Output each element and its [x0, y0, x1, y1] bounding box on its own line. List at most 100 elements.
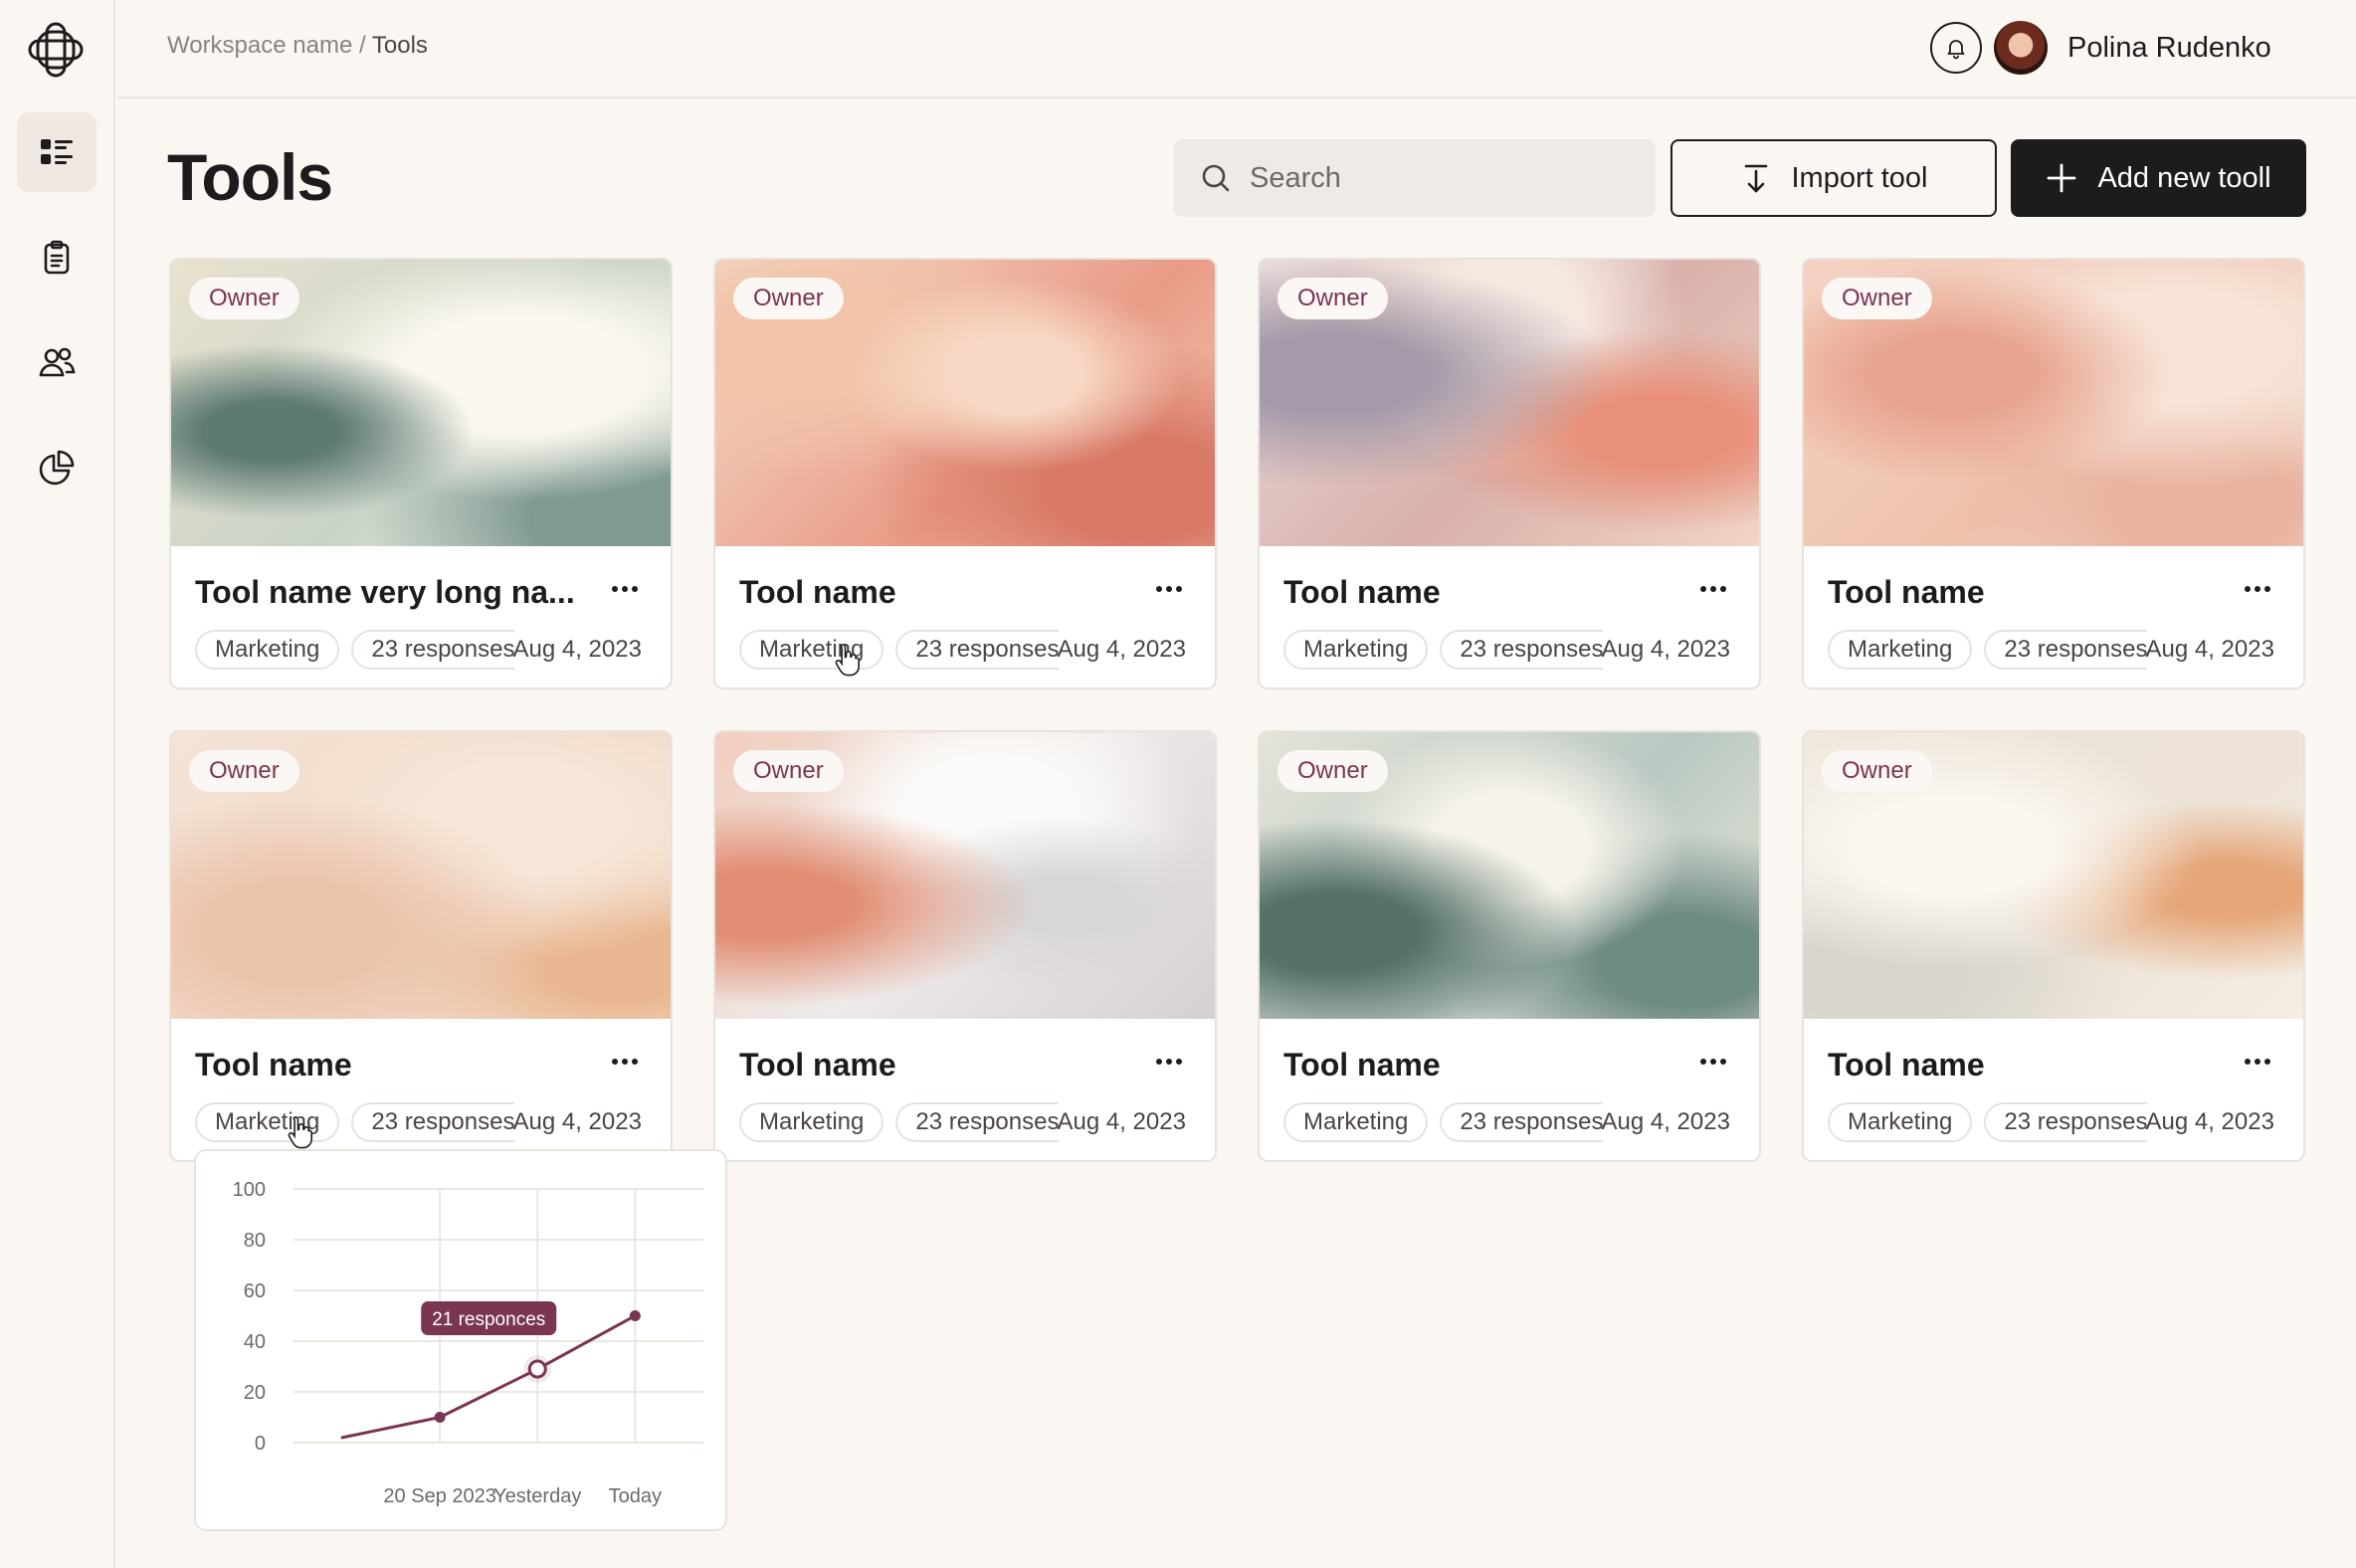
- owner-badge: Owner: [733, 750, 844, 792]
- tool-date: Aug 4, 2023: [512, 636, 642, 663]
- tool-name: Tool name very long na...: [195, 574, 575, 610]
- breadcrumb-current: Tools: [371, 32, 428, 59]
- tool-card[interactable]: Owner Tool name Marketing 23 responses A…: [713, 258, 1217, 689]
- top-bar: Workspace name / Tools Polina Rudenko: [117, 0, 2356, 98]
- tool-card[interactable]: Owner Tool name Marketing 23 responses A…: [1802, 730, 2305, 1162]
- owner-badge: Owner: [1822, 278, 1932, 319]
- tool-name: Tool name: [1283, 574, 1441, 610]
- more-options-icon[interactable]: [1149, 576, 1189, 602]
- y-tick-label: 80: [244, 1230, 266, 1252]
- y-tick-label: 100: [233, 1179, 266, 1201]
- responses-count[interactable]: 23 responses: [1984, 1102, 2148, 1142]
- more-options-icon[interactable]: [1149, 1049, 1189, 1075]
- x-tick-label: 20 Sep 2023: [383, 1485, 495, 1507]
- tool-date: Aug 4, 2023: [512, 1108, 642, 1135]
- tool-card[interactable]: Owner Tool name Marketing 23 responses A…: [713, 730, 1217, 1162]
- more-options-icon[interactable]: [605, 1049, 645, 1075]
- x-tick-label: Today: [609, 1485, 662, 1507]
- category-tag[interactable]: Marketing: [195, 630, 340, 670]
- more-options-icon[interactable]: [2238, 1049, 2277, 1075]
- breadcrumb-workspace[interactable]: Workspace name: [167, 32, 352, 59]
- sidebar: [0, 0, 115, 1568]
- tool-date: Aug 4, 2023: [1057, 636, 1186, 663]
- tool-card[interactable]: Owner Tool name Marketing 23 responses A…: [169, 730, 673, 1162]
- tool-name: Tool name: [1283, 1047, 1441, 1082]
- responses-count[interactable]: 23 responses: [895, 1102, 1060, 1142]
- user-avatar[interactable]: [1994, 21, 2048, 75]
- responses-chart-popover: 0 20 40 60 80 100 20 Sep 2023 Yesterday Today 21 …: [194, 1149, 727, 1531]
- category-tag[interactable]: Marketing: [1828, 1102, 1973, 1142]
- tool-card[interactable]: Owner Tool name Marketing 23 responses A…: [1258, 258, 1761, 689]
- category-tag[interactable]: Marketing: [1283, 630, 1429, 670]
- import-icon: [1744, 164, 1767, 193]
- more-options-icon[interactable]: [605, 576, 645, 602]
- responses-chart: 0 20 40 60 80 100 20 Sep 2023Yesterday Today 21 …: [233, 1179, 703, 1507]
- plus-icon: [2048, 163, 2076, 193]
- category-tag[interactable]: Marketing: [1283, 1102, 1429, 1142]
- tool-name: Tool name: [1828, 574, 1985, 610]
- tool-name: Tool name: [195, 1047, 352, 1082]
- responses-count[interactable]: 23 responses: [1440, 630, 1604, 670]
- tool-name: Tool name: [1828, 1047, 1985, 1082]
- tool-date: Aug 4, 2023: [1601, 1108, 1730, 1135]
- add-new-tool-button[interactable]: Add new tooll: [2011, 139, 2306, 217]
- category-tag[interactable]: Marketing: [1828, 630, 1973, 670]
- search-input[interactable]: [1250, 161, 1628, 195]
- tool-date: Aug 4, 2023: [1601, 636, 1730, 663]
- category-tag[interactable]: Marketing: [195, 1102, 340, 1142]
- nav-users[interactable]: [17, 322, 97, 402]
- nav-analytics[interactable]: [17, 428, 97, 507]
- y-tick-label: 60: [244, 1280, 266, 1302]
- tool-date: Aug 4, 2023: [2145, 1108, 2274, 1135]
- tool-name: Tool name: [739, 574, 896, 610]
- nav-tools[interactable]: [17, 112, 97, 192]
- responses-count[interactable]: 23 responses: [351, 1102, 515, 1142]
- search-icon: [1202, 164, 1230, 192]
- clipboard-icon: [44, 240, 70, 275]
- tool-date: Aug 4, 2023: [1057, 1108, 1186, 1135]
- search-box[interactable]: [1174, 139, 1656, 217]
- nav-clipboard[interactable]: [17, 218, 97, 297]
- import-tool-button[interactable]: Import tool: [1670, 139, 1997, 217]
- owner-badge: Owner: [1277, 278, 1388, 319]
- notifications-button[interactable]: [1930, 22, 1982, 74]
- more-options-icon[interactable]: [1693, 1049, 1733, 1075]
- owner-badge: Owner: [1277, 750, 1388, 792]
- tool-card[interactable]: Owner Tool name Marketing 23 responses A…: [1258, 730, 1761, 1162]
- tools-list-icon: [41, 139, 73, 164]
- responses-count[interactable]: 23 responses: [1440, 1102, 1604, 1142]
- hand-cursor-icon: [288, 1116, 312, 1149]
- owner-badge: Owner: [189, 750, 299, 792]
- responses-count[interactable]: 23 responses: [1984, 630, 2148, 670]
- highlight-point: [527, 1359, 547, 1379]
- responses-count[interactable]: 23 responses: [351, 630, 515, 670]
- user-name[interactable]: Polina Rudenko: [2067, 32, 2271, 65]
- import-tool-label: Import tool: [1791, 161, 1928, 194]
- x-tick-label: Yesterday: [493, 1485, 581, 1507]
- breadcrumb: Workspace name / Tools: [167, 32, 428, 60]
- data-point: [434, 1412, 446, 1423]
- tool-card[interactable]: Owner Tool name Marketing 23 responses A…: [1802, 258, 2305, 689]
- owner-badge: Owner: [1822, 750, 1932, 792]
- owner-badge: Owner: [733, 278, 844, 319]
- hand-cursor-icon: [835, 644, 860, 677]
- tool-name: Tool name: [739, 1047, 896, 1082]
- data-point: [629, 1310, 641, 1321]
- y-tick-label: 40: [244, 1331, 266, 1353]
- bell-icon: [1947, 40, 1965, 60]
- logo-icon: [28, 22, 84, 78]
- tool-card[interactable]: Owner Tool name very long na... Marketin…: [169, 258, 673, 689]
- y-tick-label: 0: [255, 1433, 266, 1455]
- app-logo[interactable]: [26, 20, 86, 80]
- y-tick-label: 20: [244, 1382, 266, 1404]
- responses-count[interactable]: 23 responses: [895, 630, 1060, 670]
- pie-chart-icon: [39, 450, 75, 486]
- more-options-icon[interactable]: [2238, 576, 2277, 602]
- more-options-icon[interactable]: [1693, 576, 1733, 602]
- category-tag[interactable]: Marketing: [739, 1102, 884, 1142]
- tooltip-label: 21 responces: [432, 1309, 545, 1330]
- add-new-tool-label: Add new tooll: [2097, 161, 2271, 194]
- users-icon: [39, 347, 76, 377]
- page-title: Tools: [167, 140, 333, 214]
- breadcrumb-separator: /: [358, 32, 366, 59]
